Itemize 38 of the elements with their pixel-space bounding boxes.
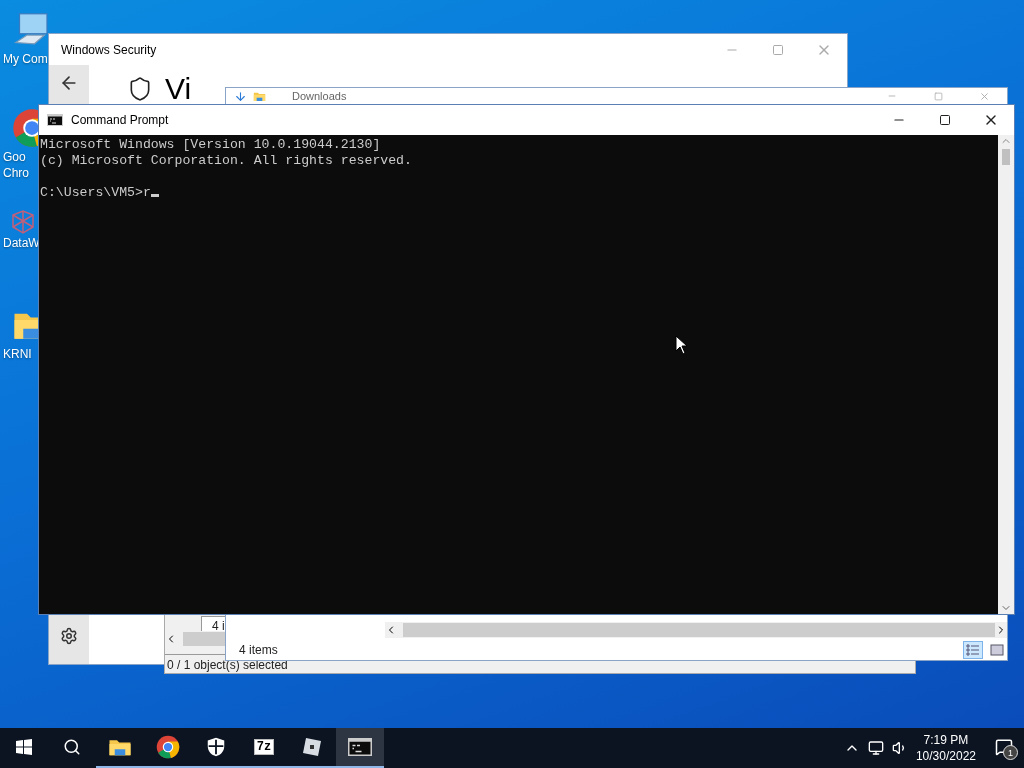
start-icon[interactable] bbox=[16, 739, 32, 755]
molecule-icon bbox=[12, 210, 34, 234]
icon-label: Goo bbox=[3, 150, 26, 164]
clock[interactable]: 7:19 PM 10/30/2022 bbox=[915, 732, 976, 764]
status-text: 0 / 1 object(s) selected bbox=[167, 658, 288, 672]
network-icon[interactable] bbox=[867, 740, 884, 756]
details-view-button[interactable] bbox=[963, 641, 983, 659]
search-icon[interactable] bbox=[63, 738, 81, 756]
archiver-icon: 7z bbox=[253, 739, 275, 755]
icon-label: KRNI bbox=[3, 347, 32, 361]
tiles-view-button[interactable] bbox=[987, 641, 1007, 659]
window-title: Downloads bbox=[291, 90, 348, 102]
maximize-icon[interactable] bbox=[939, 114, 951, 126]
console-line: Microsoft Windows [Version 10.0.19044.2130] bbox=[40, 137, 382, 153]
icon-label: My Com bbox=[3, 52, 48, 66]
console-icon bbox=[47, 114, 63, 126]
icon-label: DataW bbox=[3, 236, 40, 250]
tooltip-text: 4 i bbox=[212, 618, 225, 633]
mouse-pointer-icon bbox=[675, 335, 687, 355]
icon-label: Chro bbox=[3, 166, 29, 180]
status-text: 4 items bbox=[239, 643, 279, 657]
chrome-icon bbox=[156, 735, 180, 759]
console-icon bbox=[348, 738, 372, 756]
window-title: Command Prompt bbox=[71, 113, 170, 127]
settings-icon[interactable] bbox=[60, 627, 78, 645]
console-line: C:\Users\VM5>r bbox=[40, 185, 151, 200]
taskbar-app[interactable] bbox=[336, 728, 384, 768]
notifications-icon[interactable] bbox=[995, 738, 1013, 756]
shield-icon bbox=[205, 736, 227, 758]
taskbar-app[interactable]: 7z bbox=[240, 728, 288, 768]
notification-badge: 1 bbox=[1003, 745, 1018, 760]
download-icon bbox=[234, 89, 247, 103]
vertical-scrollbar[interactable] bbox=[998, 135, 1014, 614]
scrollbar-thumb[interactable] bbox=[1002, 149, 1010, 165]
console-line: (c) Microsoft Corporation. All rights reserved. bbox=[40, 153, 413, 169]
window-title: Windows Security bbox=[61, 42, 158, 57]
page-heading: Vi bbox=[165, 72, 192, 106]
cube-icon bbox=[300, 735, 324, 759]
